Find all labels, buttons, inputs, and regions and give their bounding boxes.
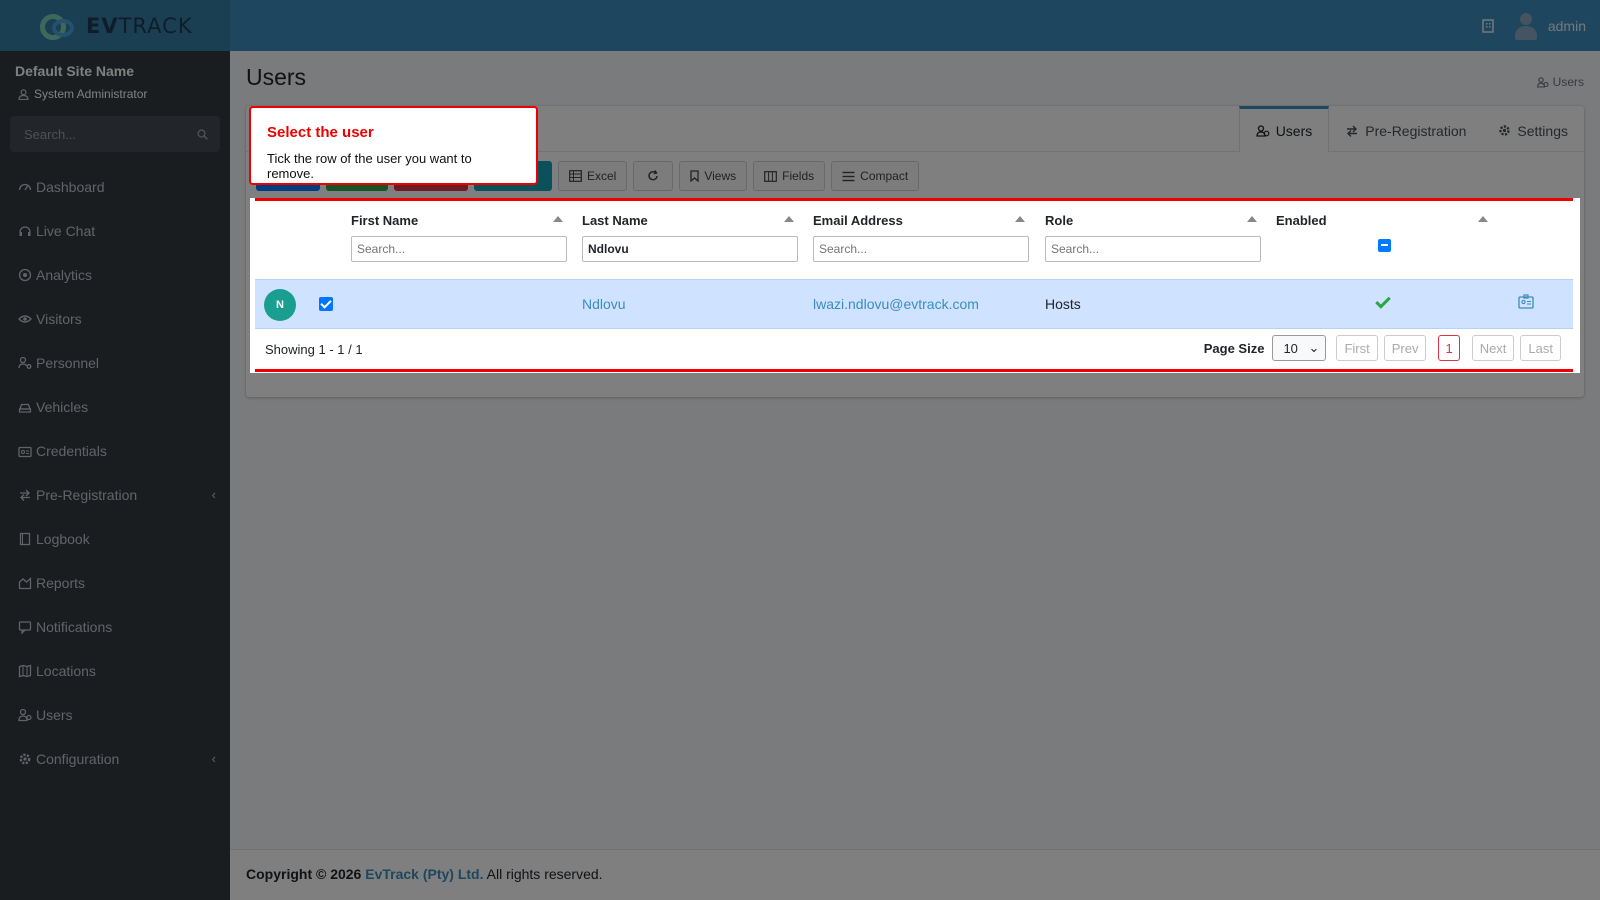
avatar: N xyxy=(264,289,296,321)
last-name-filter-input[interactable] xyxy=(582,236,798,262)
cell-last-name[interactable]: Ndlovu xyxy=(582,296,626,312)
sort-icon[interactable] xyxy=(553,216,563,222)
email-filter-input[interactable] xyxy=(813,236,1029,262)
showing-count: Showing 1 - 1 / 1 xyxy=(265,342,363,357)
row-select-checkbox[interactable] xyxy=(319,297,333,311)
first-name-filter-input[interactable] xyxy=(351,236,567,262)
tooltip-body: Tick the row of the user you want to rem… xyxy=(267,151,472,181)
pager: Page Size 10 ⌄ First Prev 1 Next Last xyxy=(1204,335,1561,361)
chevron-down-icon: ⌄ xyxy=(1308,340,1320,355)
check-icon xyxy=(1375,293,1391,309)
grid-footer: Showing 1 - 1 / 1 Page Size 10 ⌄ First Pr… xyxy=(255,331,1573,369)
table-row[interactable]: N Ndlovu lwazi.ndlovu@evtrack.com Hosts xyxy=(255,279,1573,329)
role-filter-input[interactable] xyxy=(1045,236,1261,262)
cell-role: Hosts xyxy=(1045,296,1081,312)
id-card-icon[interactable] xyxy=(1518,294,1534,309)
sort-icon[interactable] xyxy=(784,216,794,222)
highlighted-region: First Name Last Name Email Address Role … xyxy=(250,198,1580,373)
tooltip-title: Select the user xyxy=(267,124,374,141)
sort-icon[interactable] xyxy=(1015,216,1025,222)
column-email[interactable]: Email Address xyxy=(813,213,1029,262)
column-role[interactable]: Role xyxy=(1045,213,1261,262)
sort-icon[interactable] xyxy=(1478,216,1488,222)
page-size-select[interactable]: 10 ⌄ xyxy=(1272,335,1327,361)
column-first-name[interactable]: First Name xyxy=(351,213,567,262)
grid-header: First Name Last Name Email Address Role … xyxy=(255,201,1573,277)
page-size-label: Page Size xyxy=(1203,340,1265,356)
tour-tooltip: Select the user Tick the row of the user… xyxy=(249,106,538,185)
column-last-name[interactable]: Last Name xyxy=(582,213,798,262)
last-page-button[interactable]: Last xyxy=(1520,335,1561,361)
sort-icon[interactable] xyxy=(1247,216,1257,222)
cell-email[interactable]: lwazi.ndlovu@evtrack.com xyxy=(813,296,979,312)
enabled-filter-checkbox[interactable] xyxy=(1378,239,1391,252)
first-page-button[interactable]: First xyxy=(1336,335,1378,361)
next-page-button[interactable]: Next xyxy=(1471,335,1515,361)
tour-overlay xyxy=(0,0,1600,900)
current-page[interactable]: 1 xyxy=(1438,335,1460,361)
users-grid: First Name Last Name Email Address Role … xyxy=(255,198,1573,372)
column-enabled[interactable]: Enabled xyxy=(1276,213,1492,228)
prev-page-button[interactable]: Prev xyxy=(1383,335,1427,361)
